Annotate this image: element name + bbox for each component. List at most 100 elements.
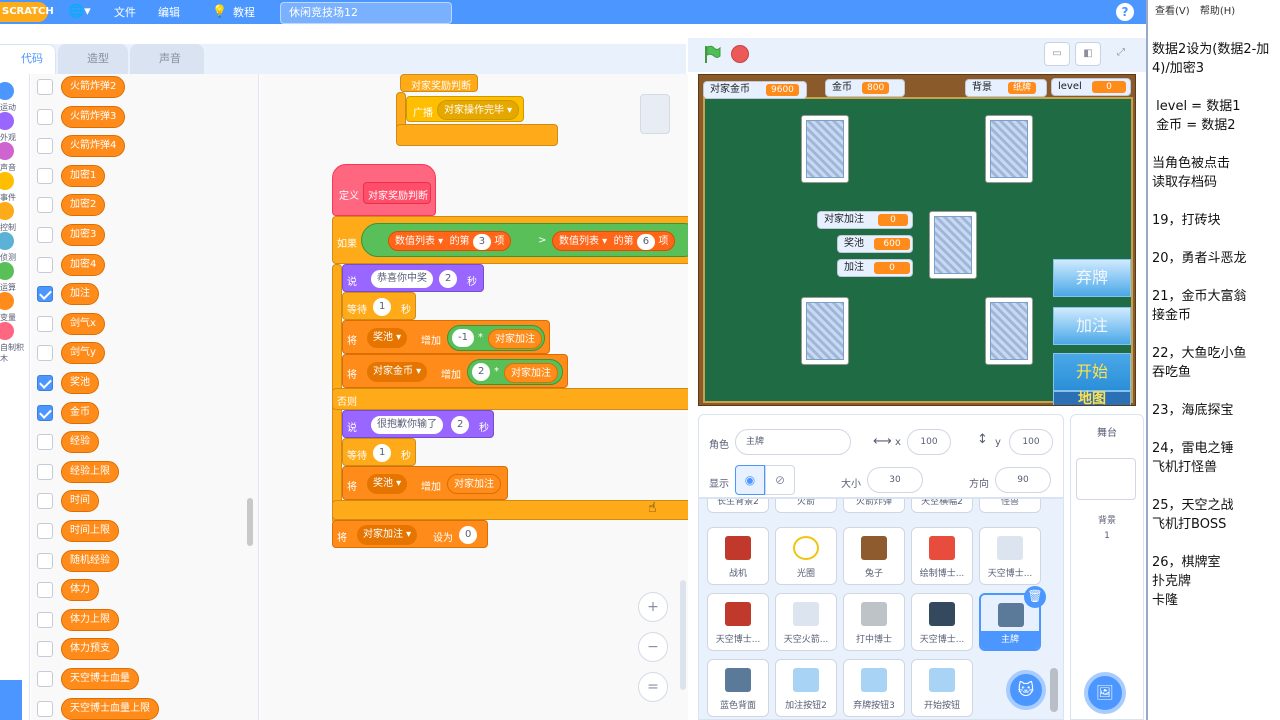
index-b[interactable]: 6 [636, 234, 656, 250]
script-area[interactable]: 对家奖励判断 广播 对家操作完毕 ▾ 定义 对家奖励判断 如果 数值列表 ▾ 的… [260, 74, 688, 720]
variable-checkbox[interactable] [37, 700, 53, 717]
var-dropdown-pool-2[interactable]: 奖池 ▾ [367, 474, 408, 494]
say-block-2[interactable]: 说 很抱歉你输了 2 秒 [342, 410, 494, 438]
variable-checkbox[interactable] [37, 286, 53, 303]
variable-block[interactable]: 体力 [61, 579, 99, 602]
tab-costumes[interactable]: 造型 [58, 44, 128, 74]
variable-checkbox[interactable] [37, 197, 53, 214]
category-5-icon[interactable] [0, 232, 14, 250]
zoom-out-icon[interactable]: − [638, 632, 668, 662]
variable-checkbox[interactable] [37, 108, 53, 125]
variable-checkbox[interactable] [37, 611, 53, 628]
delete-sprite-icon[interactable]: 🗑 [1024, 586, 1046, 608]
neg-one[interactable]: -1 [452, 329, 474, 347]
variable-checkbox[interactable] [37, 671, 53, 687]
sprite-tile[interactable]: 火箭炸弹 [843, 499, 905, 513]
variable-block[interactable]: 时间 [61, 490, 99, 513]
add-backdrop-icon[interactable]: 🖼 [1084, 672, 1126, 714]
variable-checkbox[interactable] [37, 434, 53, 451]
multiply-operator-1[interactable]: -1 * 对家加注 [447, 325, 545, 351]
sprite-tile[interactable]: 开始按钮 [911, 659, 973, 717]
variable-checkbox[interactable] [37, 167, 53, 184]
var-opp-bet-1[interactable]: 对家加注 [488, 329, 542, 349]
sprite-tile[interactable]: 怪兽 [979, 499, 1041, 513]
variable-block[interactable]: 经验上限 [61, 460, 119, 483]
variable-checkbox[interactable] [37, 256, 53, 273]
multiply-operator-2[interactable]: 2 * 对家加注 [467, 359, 563, 385]
variable-block[interactable]: 火箭炸弹3 [61, 105, 126, 128]
sprite-list-scrollbar[interactable] [1050, 668, 1058, 712]
sprite-name-input[interactable]: 主牌 [735, 429, 851, 455]
change-pool-block-2[interactable]: 将 奖池 ▾ 增加 对家加注 [342, 466, 508, 500]
variable-block[interactable]: 加密3 [61, 224, 106, 246]
variable-block[interactable]: 体力预支 [61, 638, 119, 661]
add-extension-button[interactable] [0, 680, 22, 720]
notes-menu-view[interactable]: 查看(V) [1155, 6, 1190, 17]
sprite-tile[interactable]: 打中博士 [843, 593, 905, 651]
start-button[interactable]: 开始 [1053, 353, 1131, 391]
variable-block[interactable]: 火箭炸弹2 [61, 76, 126, 98]
var-opp-bet-3[interactable]: 对家加注 [447, 474, 501, 494]
menu-edit[interactable]: 编辑 [158, 4, 180, 20]
x-input[interactable]: 100 [907, 429, 951, 455]
fullscreen-icon[interactable]: ⤢ [1108, 42, 1134, 66]
variable-block[interactable]: 加密4 [61, 253, 106, 276]
define-hat-block[interactable]: 定义 对家奖励判断 [332, 164, 436, 216]
variable-block[interactable]: 时间上限 [61, 520, 119, 542]
wait-secs-2[interactable]: 1 [373, 444, 392, 462]
category-8-icon[interactable] [0, 322, 14, 340]
sprite-tile[interactable]: 火箭 [775, 499, 837, 513]
say-secs-2[interactable]: 2 [451, 416, 470, 434]
mult-two[interactable]: 2 [472, 363, 491, 381]
variable-block[interactable]: 金币 [61, 401, 99, 424]
variable-checkbox[interactable] [37, 523, 53, 539]
size-input[interactable]: 30 [867, 467, 923, 493]
index-a[interactable]: 3 [472, 234, 492, 250]
stop-icon[interactable] [731, 45, 749, 63]
variable-checkbox[interactable] [37, 493, 53, 510]
bulb-icon[interactable]: 💡 [212, 4, 227, 18]
sprite-tile[interactable]: 天空博士... [911, 593, 973, 651]
list-item-reporter-b[interactable]: 数值列表 ▾ 的第 6 项 [552, 231, 676, 251]
gt-operator[interactable]: 数值列表 ▾ 的第 3 项 > 数值列表 ▾ 的第 6 项 [361, 223, 688, 257]
card-back[interactable] [929, 211, 977, 279]
variable-block[interactable]: 奖池 [61, 372, 99, 394]
zoom-in-icon[interactable]: + [638, 592, 668, 622]
variable-block[interactable]: 加密1 [61, 164, 106, 187]
variable-block[interactable]: 经验 [61, 431, 99, 454]
sprite-tile[interactable]: 天空博士... [979, 527, 1041, 585]
category-3-icon[interactable] [0, 172, 14, 190]
set-to-value[interactable]: 0 [459, 526, 478, 544]
wait-block-2[interactable]: 等待 1 秒 [342, 438, 416, 466]
sprite-tile[interactable]: 战机 [707, 527, 769, 585]
map-button[interactable]: 地图 [1053, 391, 1131, 405]
say-text-1[interactable]: 恭喜你中奖 [371, 270, 433, 288]
variable-checkbox[interactable] [37, 404, 53, 421]
category-1-icon[interactable] [0, 112, 14, 130]
tab-sounds[interactable]: 声音 [130, 44, 204, 74]
tab-code[interactable]: 代码 [0, 44, 56, 74]
variable-block[interactable]: 天空博士血量上限 [61, 697, 159, 720]
var-dropdown-oppgold[interactable]: 对家金币 ▾ [367, 362, 428, 382]
say-block-1[interactable]: 说 恭喜你中奖 2 秒 [342, 264, 484, 292]
sprite-tile[interactable]: 天空横幅2 [911, 499, 973, 513]
sprite-tile[interactable]: 蓝色背面 [707, 659, 769, 717]
help-icon[interactable]: ? [1116, 3, 1134, 21]
variable-checkbox[interactable] [37, 345, 53, 362]
y-input[interactable]: 100 [1009, 429, 1053, 455]
category-4-icon[interactable] [0, 202, 14, 220]
variable-block[interactable]: 加密2 [61, 194, 106, 217]
say-text-2[interactable]: 很抱歉你输了 [371, 416, 443, 434]
variable-checkbox[interactable] [37, 641, 53, 658]
script-scrollbar[interactable] [680, 580, 686, 690]
change-oppgold-block[interactable]: 将 对家金币 ▾ 增加 2 * 对家加注 [342, 354, 568, 388]
palette-scrollbar[interactable] [247, 498, 253, 546]
variable-checkbox[interactable] [37, 552, 53, 569]
stage-thumbnail[interactable] [1076, 458, 1136, 500]
sprite-tile[interactable]: 加注按钮2 [775, 659, 837, 717]
notes-text[interactable]: 数据2设为(数据2-加4)/加密3 level = 数据1 金币 = 数据2 当角… [1152, 40, 1280, 610]
category-0-icon[interactable] [0, 82, 14, 100]
wait-block-1[interactable]: 等待 1 秒 [342, 292, 416, 320]
card-back[interactable] [985, 115, 1033, 183]
broadcast-message-dropdown[interactable]: 对家操作完毕 ▾ [437, 100, 520, 120]
